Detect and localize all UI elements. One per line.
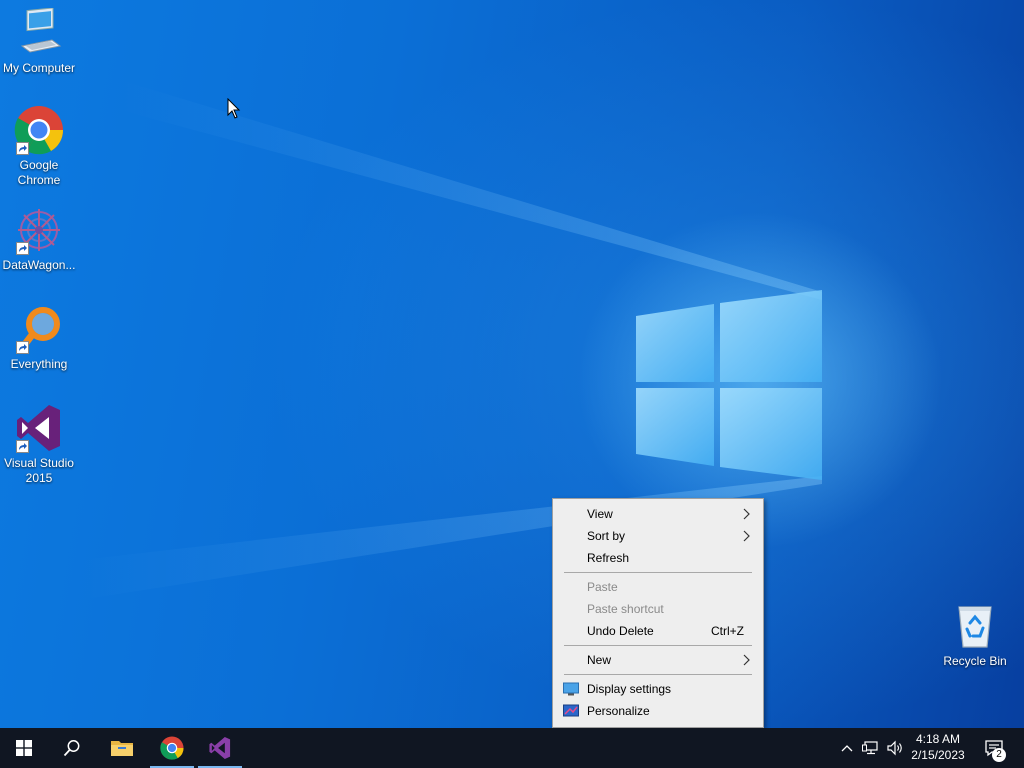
show-hidden-icons-button[interactable] [838,728,856,768]
menu-item-refresh[interactable]: Refresh [553,547,763,569]
menu-item-personalize[interactable]: Personalize [553,700,763,722]
desktop-icon-my-computer[interactable]: My Computer [0,7,78,76]
file-explorer-button[interactable] [98,728,146,768]
menu-item-label: Paste [587,580,618,594]
network-icon [862,741,878,755]
personalize-icon [563,704,579,717]
display-icon [563,682,579,696]
chevron-up-icon [841,745,853,752]
desktop-icon-google-chrome[interactable]: Google Chrome [0,105,78,188]
menu-item-display-settings[interactable]: Display settings [553,678,763,700]
chevron-right-icon [743,654,750,666]
desktop-icon-label: Visual Studio 2015 [4,456,74,485]
chrome-icon [160,736,184,760]
taskbar: 4:18 AM 2/15/2023 [0,728,1024,768]
visual-studio-icon [209,736,231,760]
desktop-icon-label: My Computer [2,61,76,75]
visual-studio-icon [14,403,64,453]
start-button[interactable] [0,728,48,768]
desktop-icon-datawagon[interactable]: DataWagon... [0,205,78,273]
datawagon-icon [14,205,64,255]
windows-start-icon [16,740,32,756]
menu-separator [564,572,752,573]
desktop[interactable]: My Computer Google Chrome DataWagon... E… [0,0,1024,728]
volume-tray-button[interactable] [884,728,906,768]
computer-icon [14,7,64,58]
menu-item-label: Sort by [587,529,626,543]
windows-logo-wallpaper [636,290,822,480]
desktop-icon-label: Google Chrome [17,158,61,187]
wallpaper-light-beams [80,80,822,600]
menu-item-undo-delete[interactable]: Undo Delete Ctrl+Z [553,620,763,642]
menu-separator [564,674,752,675]
menu-item-shortcut: Ctrl+Z [711,624,744,638]
action-center-button[interactable] [980,728,1008,768]
chrome-taskbar-button[interactable] [148,728,196,768]
menu-item-label: Undo Delete [587,624,654,638]
menu-item-label: Display settings [587,682,672,696]
shortcut-arrow-icon [16,242,29,255]
speaker-icon [887,740,902,756]
shortcut-arrow-icon [16,142,29,155]
shortcut-arrow-icon [16,341,29,354]
recycle-bin-icon [950,601,1000,651]
menu-item-label: View [587,507,613,521]
everything-search-icon [14,304,64,354]
menu-item-label: Personalize [587,704,650,718]
notification-count-badge: 2 [992,748,1006,762]
menu-item-new[interactable]: New [553,649,763,671]
desktop-icon-label: Recycle Bin [943,654,1007,668]
menu-item-paste-shortcut[interactable]: Paste shortcut [553,598,763,620]
shortcut-arrow-icon [16,440,29,453]
desktop-icon-recycle-bin[interactable]: Recycle Bin [936,601,1014,669]
visual-studio-taskbar-button[interactable] [196,728,244,768]
desktop-context-menu: View Sort by Refresh Paste Paste shortcu… [552,498,764,728]
menu-item-label: Paste shortcut [587,602,664,616]
clock-time: 4:18 AM [915,732,961,746]
desktop-icon-visual-studio[interactable]: Visual Studio 2015 [0,403,78,486]
chevron-right-icon [743,508,750,520]
chevron-right-icon [743,530,750,542]
search-icon [63,740,80,757]
desktop-icon-label: DataWagon... [2,258,76,272]
search-button[interactable] [48,728,96,768]
folder-icon [111,741,133,756]
desktop-icon-label: Everything [10,357,68,371]
menu-item-label: Refresh [587,551,630,565]
taskbar-clock[interactable]: 4:18 AM 2/15/2023 [904,728,972,768]
chrome-icon [14,105,64,155]
menu-item-paste[interactable]: Paste [553,576,763,598]
menu-separator [564,645,752,646]
menu-item-label: New [587,653,612,667]
network-tray-button[interactable] [860,728,882,768]
mouse-cursor-icon [227,98,241,119]
menu-item-sort-by[interactable]: Sort by [553,525,763,547]
menu-item-view[interactable]: View [553,503,763,525]
clock-date: 2/15/2023 [911,748,965,762]
desktop-icon-everything[interactable]: Everything [0,304,78,372]
